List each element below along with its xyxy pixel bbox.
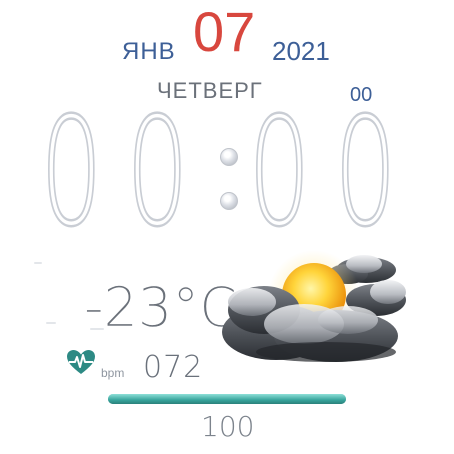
hour-ones-digit: 0 — [125, 86, 190, 260]
left-decoration — [46, 322, 56, 324]
date-year: 2021 — [272, 36, 330, 66]
heart-rate-value: 072 — [143, 350, 204, 385]
battery-progress-fill — [108, 394, 346, 404]
date-day: 07 — [193, 0, 256, 63]
heart-pulse-icon[interactable] — [66, 349, 96, 375]
sun-behind-clouds-icon[interactable] — [216, 240, 416, 366]
battery-progress-bar — [108, 394, 346, 404]
minute-ones-digit: 0 — [333, 86, 398, 260]
date-month: ЯНВ — [122, 38, 176, 65]
minute-tens-digit: 0 — [247, 86, 312, 260]
heart-rate-unit: bpm — [101, 366, 125, 380]
hour-tens-digit: 0 — [39, 86, 104, 260]
colon-bottom-dot — [220, 192, 238, 210]
battery-value: 100 — [201, 410, 255, 443]
colon-top-dot — [220, 148, 238, 166]
temperature-value[interactable]: -23°C — [84, 276, 238, 340]
left-decoration — [34, 262, 42, 264]
